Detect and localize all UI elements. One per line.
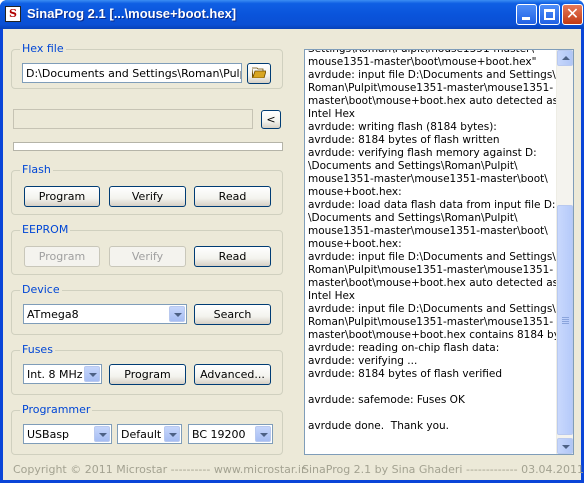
- scroll-down-button[interactable]: [557, 438, 573, 454]
- log-line: avrdude: input file D:\Documents and Set…: [308, 251, 556, 263]
- browse-button[interactable]: [247, 63, 271, 84]
- log-line: mouse1351-master\mouse1351-master\boot\: [308, 173, 548, 185]
- log-line: avrdude: verifying ...: [308, 355, 418, 367]
- baud-select-value: BC 19200: [192, 428, 246, 441]
- eeprom-verify-button[interactable]: Verify: [109, 246, 186, 267]
- maximize-icon: [544, 9, 555, 20]
- eeprom-program-button[interactable]: Program: [24, 246, 100, 267]
- log-line: Roman\Pulpit\mouse1351-master\mouse1351-: [308, 316, 554, 328]
- device-search-button[interactable]: Search: [194, 304, 271, 325]
- hex-file-label: Hex file: [20, 42, 66, 55]
- maximize-button[interactable]: [539, 4, 560, 25]
- log-line: master\boot\mouse+boot.hex contains 8184…: [308, 329, 574, 341]
- log-line: mouse+boot.hex:: [308, 238, 402, 250]
- flash-verify-button[interactable]: Verify: [109, 186, 186, 207]
- chevron-down-icon[interactable]: [94, 426, 110, 442]
- scroll-up-button[interactable]: [557, 50, 573, 66]
- log-line: avrdude: writing flash (8184 bytes):: [308, 121, 497, 133]
- scroll-grip: [562, 319, 569, 320]
- log-line: avrdude done. Thank you.: [308, 420, 449, 432]
- chevron-down-icon[interactable]: [84, 366, 100, 382]
- chevron-down-icon[interactable]: [169, 306, 185, 322]
- log-line: \Documents and Settings\Roman\Pulpit\: [308, 212, 518, 224]
- log-line: Intel Hex: [308, 108, 355, 120]
- chevron-down-icon[interactable]: [255, 426, 271, 442]
- collapse-log-button[interactable]: <: [261, 110, 281, 129]
- log-line: master\boot\mouse+boot.hex auto detected…: [308, 277, 559, 289]
- device-label: Device: [20, 283, 62, 296]
- scroll-grip: [562, 323, 569, 324]
- fuses-program-button[interactable]: Program: [109, 364, 186, 385]
- device-select-value: ATmega8: [27, 308, 79, 321]
- app-icon[interactable]: S: [5, 6, 21, 22]
- device-select[interactable]: ATmega8: [23, 304, 187, 324]
- scroll-thumb[interactable]: [557, 205, 573, 435]
- log-line: Settings\Roman\Pulpit\mouse1351-master\: [308, 49, 534, 55]
- log-line: mouse1351-master\mouse1351-master\boot\: [308, 225, 548, 237]
- log-line: Roman\Pulpit\mouse1351-master\mouse1351-: [308, 82, 554, 94]
- programmer-select-value: USBasp: [27, 428, 70, 441]
- log-line: master\boot\mouse+boot.hex auto detected…: [308, 95, 559, 107]
- log-line: avrdude: load data flash data from input…: [308, 199, 556, 211]
- eeprom-read-button[interactable]: Read: [194, 246, 271, 267]
- port-select-value: Default: [121, 428, 162, 441]
- status-field: [13, 109, 253, 129]
- log-output[interactable]: Settings\Roman\Pulpit\mouse1351-master\ m…: [304, 49, 574, 455]
- baud-select[interactable]: BC 19200: [188, 424, 273, 444]
- hex-file-path-input[interactable]: D:\Documents and Settings\Roman\Pulpit\: [22, 63, 242, 83]
- footer-credits: SinaProg 2.1 by Sina Ghaderi -----------…: [302, 463, 584, 476]
- scroll-grip: [562, 317, 569, 318]
- programmer-select[interactable]: USBasp: [23, 424, 112, 444]
- log-line: mouse+boot.hex:: [308, 186, 402, 198]
- fuses-label: Fuses: [20, 343, 55, 356]
- fuses-advanced-button[interactable]: Advanced...: [194, 364, 271, 385]
- progress-bar: [13, 142, 283, 151]
- log-line: avrdude: reading on-chip flash data:: [308, 342, 500, 354]
- flash-program-button[interactable]: Program: [24, 186, 100, 207]
- close-icon: ✕: [565, 4, 580, 23]
- window-title: SinaProg 2.1 [...\mouse+boot.hex]: [27, 6, 237, 21]
- programmer-label: Programmer: [20, 403, 93, 416]
- log-line: avrdude: safemode: Fuses OK: [308, 394, 465, 406]
- port-select[interactable]: Default: [117, 424, 182, 444]
- title-bar[interactable]: S SinaProg 2.1 [...\mouse+boot.hex] ✕: [0, 0, 584, 29]
- close-button[interactable]: ✕: [562, 4, 583, 25]
- log-line: avrdude: 8184 bytes of flash written: [308, 134, 500, 146]
- fuses-select-value: Int. 8 MHz: [27, 368, 83, 381]
- client-area: Hex file D:\Documents and Settings\Roman…: [3, 29, 584, 480]
- minimize-icon: [522, 17, 530, 20]
- log-line: avrdude: input file D:\Documents and Set…: [308, 69, 556, 81]
- log-line: Intel Hex: [308, 290, 355, 302]
- folder-open-icon: [252, 67, 266, 78]
- log-line: \Documents and Settings\Roman\Pulpit\: [308, 160, 518, 172]
- scroll-grip: [562, 321, 569, 322]
- log-scrollbar[interactable]: [556, 50, 573, 454]
- log-line: mouse1351-master\boot\mouse+boot.hex": [308, 56, 537, 68]
- log-line: avrdude: 8184 bytes of flash verified: [308, 368, 503, 380]
- minimize-button[interactable]: [516, 4, 537, 25]
- log-line: Roman\Pulpit\mouse1351-master\mouse1351-: [308, 264, 554, 276]
- fuses-select[interactable]: Int. 8 MHz: [23, 364, 102, 384]
- footer-copyright: Copyright © 2011 Microstar ---------- ww…: [13, 463, 306, 476]
- log-line: avrdude: verifying flash memory against …: [308, 147, 537, 159]
- flash-read-button[interactable]: Read: [194, 186, 271, 207]
- log-line: avrdude: input file D:\Documents and Set…: [308, 303, 556, 315]
- chevron-down-icon[interactable]: [164, 426, 180, 442]
- app-window: S SinaProg 2.1 [...\mouse+boot.hex] ✕ He…: [0, 0, 584, 483]
- flash-label: Flash: [20, 163, 53, 176]
- eeprom-label: EEPROM: [20, 223, 71, 236]
- log-text: Settings\Roman\Pulpit\mouse1351-master\ m…: [308, 49, 574, 433]
